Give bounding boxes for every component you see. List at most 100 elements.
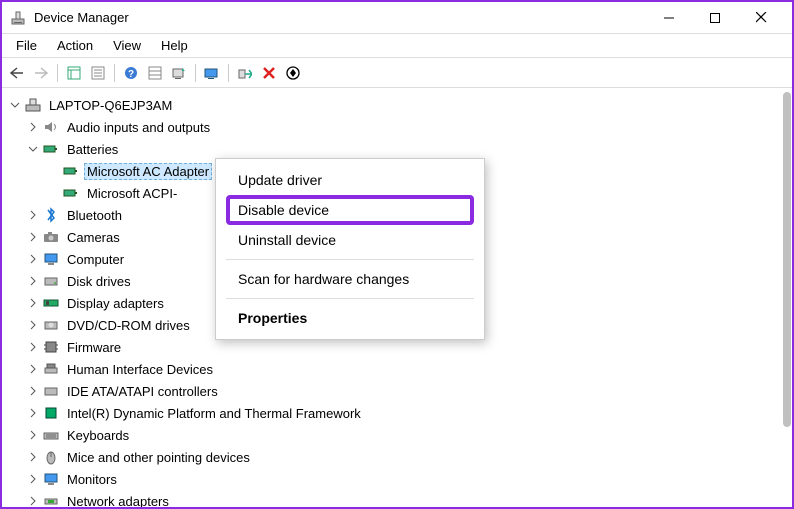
minimize-button[interactable] — [646, 3, 692, 33]
chevron-right-icon[interactable] — [26, 384, 40, 398]
menu-file[interactable]: File — [6, 36, 47, 55]
device-manager-window: Device Manager File Action View Help ? — [0, 0, 794, 509]
chevron-right-icon[interactable] — [26, 230, 40, 244]
update-driver-button[interactable] — [201, 62, 223, 84]
chevron-right-icon[interactable] — [26, 362, 40, 376]
chevron-down-icon[interactable] — [26, 142, 40, 156]
tree-node-mice[interactable]: Mice and other pointing devices — [8, 446, 788, 468]
vertical-scrollbar[interactable] — [783, 92, 791, 427]
list-button[interactable] — [144, 62, 166, 84]
ctx-scan-hardware[interactable]: Scan for hardware changes — [216, 264, 484, 294]
menubar: File Action View Help — [2, 34, 792, 58]
bluetooth-icon — [42, 206, 60, 224]
tree-node-batteries[interactable]: Batteries — [8, 138, 788, 160]
tree-node-hid[interactable]: Human Interface Devices — [8, 358, 788, 380]
tree-node-intel[interactable]: Intel(R) Dynamic Platform and Thermal Fr… — [8, 402, 788, 424]
highlight-box: Disable device — [226, 195, 474, 225]
speaker-icon — [42, 118, 60, 136]
maximize-button[interactable] — [692, 3, 738, 33]
window-controls — [646, 3, 784, 33]
uninstall-device-button[interactable] — [258, 62, 280, 84]
mouse-icon — [42, 448, 60, 466]
chevron-right-icon[interactable] — [26, 406, 40, 420]
back-button[interactable] — [6, 62, 28, 84]
tree-label: Human Interface Devices — [64, 361, 216, 378]
menu-view[interactable]: View — [103, 36, 151, 55]
chevron-right-icon[interactable] — [26, 274, 40, 288]
help-button[interactable]: ? — [120, 62, 142, 84]
tree-label: Batteries — [64, 141, 121, 158]
camera-icon — [42, 228, 60, 246]
context-menu: Update driver Disable device Uninstall d… — [215, 158, 485, 340]
tree-root-label: LAPTOP-Q6EJP3AM — [46, 97, 175, 114]
battery-icon — [62, 184, 80, 202]
tree-node-network[interactable]: Network adapters — [8, 490, 788, 507]
monitor-icon — [42, 470, 60, 488]
tree-label: DVD/CD-ROM drives — [64, 317, 193, 334]
chevron-down-icon[interactable] — [8, 98, 22, 112]
tree-label: Disk drives — [64, 273, 134, 290]
tree-label-selected: Microsoft AC Adapter — [84, 163, 212, 180]
ctx-uninstall-device[interactable]: Uninstall device — [216, 225, 484, 255]
tree-node-ide[interactable]: IDE ATA/ATAPI controllers — [8, 380, 788, 402]
toolbar-separator — [114, 64, 115, 82]
chevron-right-icon[interactable] — [26, 208, 40, 222]
ctx-update-driver[interactable]: Update driver — [216, 165, 484, 195]
toolbar-separator — [228, 64, 229, 82]
hid-icon — [42, 360, 60, 378]
tree-label: Intel(R) Dynamic Platform and Thermal Fr… — [64, 405, 364, 422]
tree-label: Mice and other pointing devices — [64, 449, 253, 466]
ctx-disable-device[interactable]: Disable device — [238, 202, 462, 218]
menu-action[interactable]: Action — [47, 36, 103, 55]
network-icon — [42, 492, 60, 507]
window-title: Device Manager — [34, 10, 646, 25]
menu-help[interactable]: Help — [151, 36, 198, 55]
battery-icon — [42, 140, 60, 158]
chevron-right-icon[interactable] — [26, 494, 40, 507]
ctx-properties[interactable]: Properties — [216, 303, 484, 333]
ctx-separator — [226, 259, 474, 260]
tree-label: Cameras — [64, 229, 123, 246]
tree-label: Display adapters — [64, 295, 167, 312]
tree-node-monitors[interactable]: Monitors — [8, 468, 788, 490]
tree-label: Bluetooth — [64, 207, 125, 224]
chevron-right-icon[interactable] — [26, 428, 40, 442]
close-button[interactable] — [738, 3, 784, 33]
chevron-right-icon[interactable] — [26, 450, 40, 464]
disable-device-button[interactable] — [282, 62, 304, 84]
toolbar-separator — [57, 64, 58, 82]
enable-device-button[interactable] — [234, 62, 256, 84]
toolbar: ? — [2, 58, 792, 88]
scan-hardware-button[interactable] — [168, 62, 190, 84]
app-icon — [10, 10, 26, 26]
tree-node-keyboards[interactable]: Keyboards — [8, 424, 788, 446]
keyboard-icon — [42, 426, 60, 444]
chip-icon — [42, 338, 60, 356]
show-hidden-button[interactable] — [63, 62, 85, 84]
tree-label: Keyboards — [64, 427, 132, 444]
tree-label: Firmware — [64, 339, 124, 356]
tree-root[interactable]: LAPTOP-Q6EJP3AM — [8, 94, 788, 116]
tree-label: Computer — [64, 251, 127, 268]
chevron-right-icon[interactable] — [26, 472, 40, 486]
ide-icon — [42, 382, 60, 400]
tree-label: IDE ATA/ATAPI controllers — [64, 383, 221, 400]
forward-button[interactable] — [30, 62, 52, 84]
monitor-icon — [42, 250, 60, 268]
chevron-right-icon[interactable] — [26, 340, 40, 354]
svg-text:?: ? — [128, 69, 134, 80]
titlebar: Device Manager — [2, 2, 792, 34]
display-adapter-icon — [42, 294, 60, 312]
tree-label: Monitors — [64, 471, 120, 488]
content-area: LAPTOP-Q6EJP3AM Audio inputs and outputs… — [2, 88, 792, 507]
intel-chip-icon — [42, 404, 60, 422]
chevron-right-icon[interactable] — [26, 296, 40, 310]
properties-button[interactable] — [87, 62, 109, 84]
tree-node-audio[interactable]: Audio inputs and outputs — [8, 116, 788, 138]
ctx-separator — [226, 298, 474, 299]
chevron-right-icon[interactable] — [26, 318, 40, 332]
tree-label: Audio inputs and outputs — [64, 119, 213, 136]
chevron-right-icon[interactable] — [26, 252, 40, 266]
chevron-right-icon[interactable] — [26, 120, 40, 134]
computer-icon — [24, 96, 42, 114]
